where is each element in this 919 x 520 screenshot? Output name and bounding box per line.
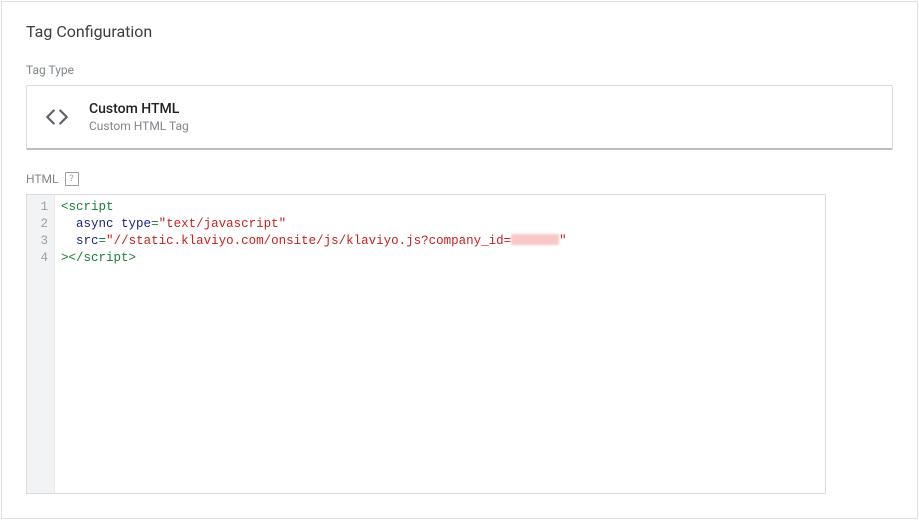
html-code-editor[interactable]: 1 2 3 4 <script async type="text/javascr… [26, 194, 826, 494]
code-token [61, 217, 76, 231]
editor-gutter: 1 2 3 4 [27, 195, 55, 493]
code-token: " [279, 217, 287, 231]
code-token: = [99, 234, 107, 248]
code-token: > [61, 251, 69, 265]
tag-type-label: Tag Type [26, 63, 893, 77]
code-token [61, 234, 76, 248]
tag-type-name: Custom HTML [89, 100, 189, 118]
code-token: text/javascript [166, 217, 279, 231]
code-token: async [76, 217, 114, 231]
editor-code-area[interactable]: <script async type="text/javascript" src… [55, 195, 825, 493]
tag-type-selector[interactable]: Custom HTML Custom HTML Tag [26, 85, 893, 150]
line-number: 2 [37, 216, 48, 233]
tag-type-text: Custom HTML Custom HTML Tag [89, 100, 189, 134]
code-token: src [76, 234, 99, 248]
redacted-company-id [511, 234, 559, 245]
tag-configuration-card: Tag Configuration Tag Type Custom HTML C… [1, 1, 918, 519]
code-token: type [121, 217, 151, 231]
code-token: //static.klaviyo.com/onsite/js/klaviyo.j… [114, 234, 512, 248]
code-token: <script [61, 200, 114, 214]
line-number: 1 [37, 199, 48, 216]
code-token: = [151, 217, 159, 231]
html-label-text: HTML [26, 172, 59, 186]
tag-type-subtitle: Custom HTML Tag [89, 118, 189, 134]
line-number: 4 [37, 250, 48, 267]
card-title: Tag Configuration [26, 22, 893, 41]
code-token: </script> [69, 251, 137, 265]
code-token: " [559, 234, 567, 248]
line-number: 3 [37, 233, 48, 250]
code-token: " [159, 217, 167, 231]
code-token: " [106, 234, 114, 248]
html-section-label: HTML ? [26, 172, 893, 186]
help-icon[interactable]: ? [65, 172, 79, 186]
angle-brackets-icon [43, 103, 71, 131]
